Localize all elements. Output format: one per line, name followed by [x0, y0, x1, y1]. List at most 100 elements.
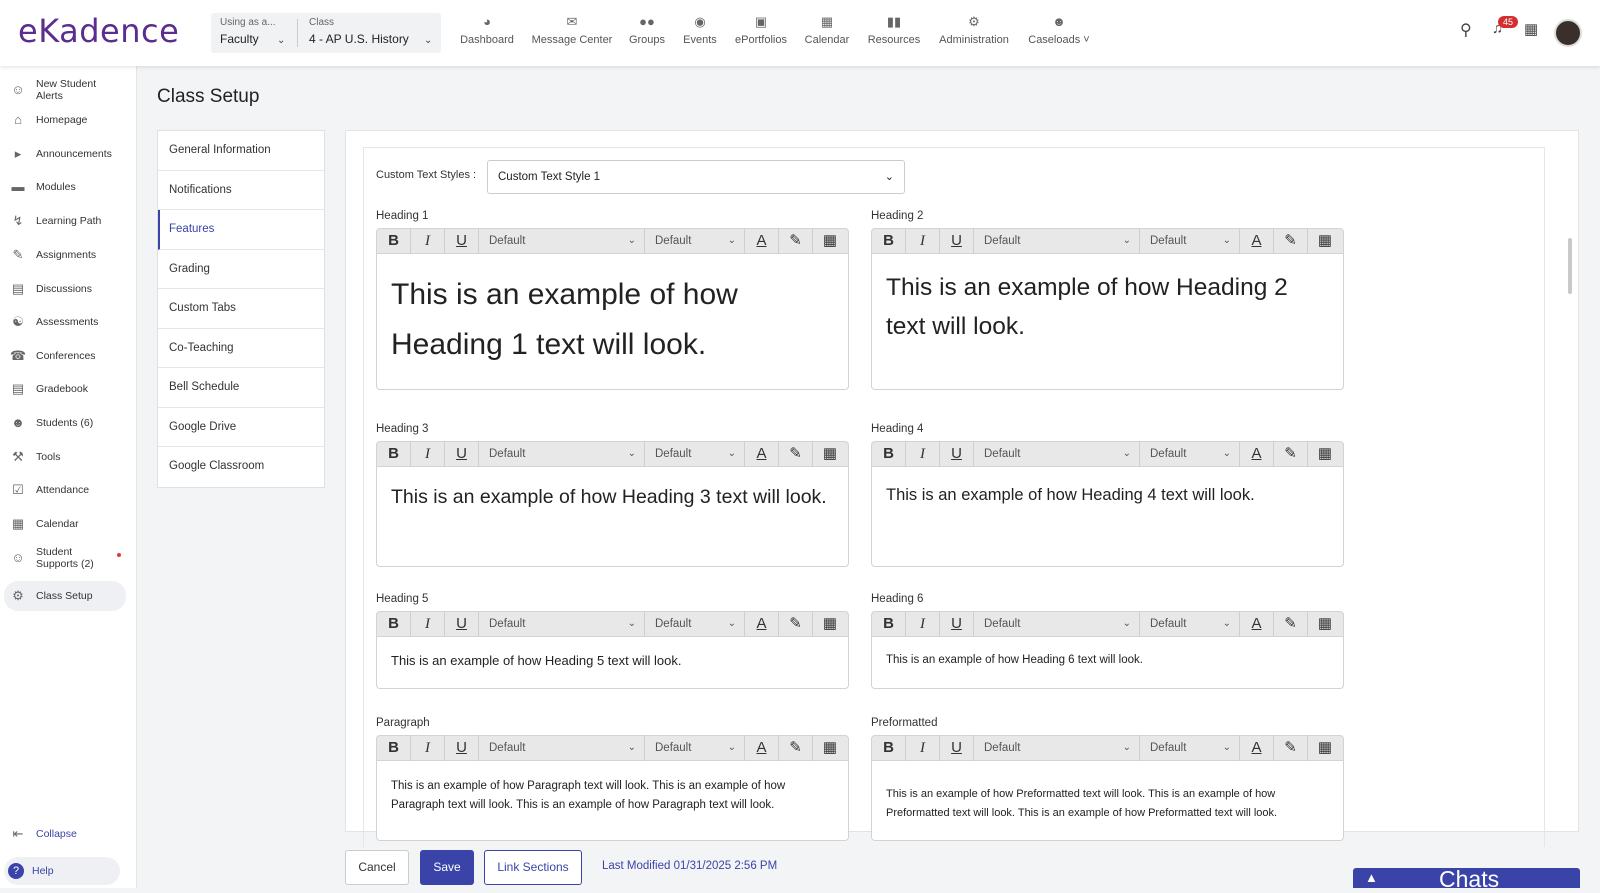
italic-icon[interactable]: I: [411, 441, 445, 467]
underline-icon[interactable]: U: [445, 228, 479, 254]
nav-resources[interactable]: ▮▮ Resources: [866, 15, 922, 47]
sidebar-item-assessments[interactable]: ☯ Assessments: [8, 315, 128, 328]
font-size-select[interactable]: Default ⌄: [1140, 735, 1240, 761]
font-color-icon[interactable]: A: [1240, 228, 1274, 254]
using-as-value[interactable]: Faculty: [220, 32, 276, 46]
bold-icon[interactable]: B: [872, 735, 906, 761]
sidebar-item-attendance[interactable]: ☑ Attendance: [8, 483, 128, 496]
underline-icon[interactable]: U: [940, 228, 974, 254]
italic-icon[interactable]: I: [906, 441, 940, 467]
save-button[interactable]: Save: [420, 850, 474, 885]
font-color-icon[interactable]: A: [1240, 441, 1274, 467]
italic-icon[interactable]: I: [906, 611, 940, 637]
underline-icon[interactable]: U: [445, 441, 479, 467]
editor-body[interactable]: This is an example of how Heading 5 text…: [376, 637, 849, 689]
subnav-google-classroom[interactable]: Google Classroom: [158, 447, 324, 487]
sidebar-item-gradebook[interactable]: ▤ Gradebook: [8, 382, 128, 395]
sidebar-item-conferences[interactable]: ☎ Conferences: [8, 349, 128, 362]
bold-icon[interactable]: B: [377, 735, 411, 761]
nav-caseloads[interactable]: ☻ Caseloads ˅: [1024, 15, 1094, 47]
font-size-select[interactable]: Default ⌄: [645, 228, 745, 254]
chevron-down-icon[interactable]: ⌄: [277, 35, 285, 46]
font-family-select[interactable]: Default ⌄: [974, 611, 1140, 637]
nav-groups[interactable]: ●● Groups: [627, 15, 667, 47]
nav-administration[interactable]: ⚙ Administration: [935, 15, 1013, 47]
cancel-button[interactable]: Cancel: [345, 850, 409, 885]
help-button[interactable]: ? Help: [4, 857, 120, 885]
italic-icon[interactable]: I: [906, 735, 940, 761]
search-icon[interactable]: ⚲: [1460, 20, 1472, 40]
editor-body[interactable]: This is an example of how Heading 6 text…: [871, 637, 1344, 689]
underline-icon[interactable]: U: [445, 735, 479, 761]
nav-eportfolios[interactable]: ▣ ePortfolios: [731, 15, 791, 47]
highlight-color-icon[interactable]: ✎: [779, 441, 813, 467]
context-switcher[interactable]: Using as a... Faculty ⌄ Class 4 - AP U.S…: [211, 13, 441, 53]
sidebar-item-announcements[interactable]: ▸ Announcements: [8, 147, 128, 160]
sidebar-item-new-student-alerts[interactable]: ☺ New Student Alerts: [8, 78, 128, 102]
clear-format-icon[interactable]: ▦: [813, 735, 847, 761]
sidebar-item-class-setup[interactable]: ⚙ Class Setup: [4, 581, 126, 611]
italic-icon[interactable]: I: [906, 228, 940, 254]
font-size-select[interactable]: Default ⌄: [645, 611, 745, 637]
bold-icon[interactable]: B: [872, 228, 906, 254]
chevron-down-icon[interactable]: ⌄: [424, 35, 432, 46]
clear-format-icon[interactable]: ▦: [813, 228, 847, 254]
highlight-color-icon[interactable]: ✎: [779, 228, 813, 254]
underline-icon[interactable]: U: [940, 611, 974, 637]
collapse-button[interactable]: ⇤ Collapse: [8, 827, 128, 840]
highlight-color-icon[interactable]: ✎: [779, 735, 813, 761]
font-color-icon[interactable]: A: [1240, 735, 1274, 761]
sidebar-item-assignments[interactable]: ✎ Assignments: [8, 248, 128, 261]
bold-icon[interactable]: B: [377, 228, 411, 254]
subnav-google-drive[interactable]: Google Drive: [158, 408, 324, 447]
custom-text-styles-select[interactable]: Custom Text Style 1 ⌄: [487, 160, 905, 194]
sidebar-item-learning-path[interactable]: ↯ Learning Path: [8, 214, 128, 227]
font-size-select[interactable]: Default ⌄: [1140, 611, 1240, 637]
italic-icon[interactable]: I: [411, 735, 445, 761]
subnav-features[interactable]: Features: [158, 210, 324, 250]
subnav-notifications[interactable]: Notifications: [158, 171, 324, 210]
bold-icon[interactable]: B: [377, 441, 411, 467]
clear-format-icon[interactable]: ▦: [1308, 228, 1342, 254]
font-color-icon[interactable]: A: [1240, 611, 1274, 637]
font-family-select[interactable]: Default ⌄: [479, 228, 645, 254]
scrollbar[interactable]: [1568, 238, 1572, 294]
font-color-icon[interactable]: A: [745, 735, 779, 761]
sidebar-item-calendar[interactable]: ▦ Calendar: [8, 517, 128, 530]
font-family-select[interactable]: Default ⌄: [974, 228, 1140, 254]
bold-icon[interactable]: B: [872, 611, 906, 637]
apps-grid-icon[interactable]: ▦: [1524, 20, 1538, 38]
editor-body[interactable]: This is an example of how Heading 3 text…: [376, 467, 849, 567]
font-family-select[interactable]: Default ⌄: [479, 441, 645, 467]
underline-icon[interactable]: U: [940, 441, 974, 467]
editor-body[interactable]: This is an example of how Paragraph text…: [376, 761, 849, 841]
sidebar-item-tools[interactable]: ⚒ Tools: [8, 450, 128, 463]
font-family-select[interactable]: Default ⌄: [479, 735, 645, 761]
ekadence-logo[interactable]: eKadence: [18, 12, 179, 50]
sidebar-item-student-supports[interactable]: ☺ Student Supports (2): [8, 546, 128, 570]
underline-icon[interactable]: U: [445, 611, 479, 637]
subnav-grading[interactable]: Grading: [158, 250, 324, 289]
font-family-select[interactable]: Default ⌄: [479, 611, 645, 637]
highlight-color-icon[interactable]: ✎: [1274, 441, 1308, 467]
clear-format-icon[interactable]: ▦: [1308, 735, 1342, 761]
font-family-select[interactable]: Default ⌄: [974, 441, 1140, 467]
editor-body[interactable]: This is an example of how Heading 4 text…: [871, 467, 1344, 567]
sidebar-item-discussions[interactable]: ▤ Discussions: [8, 282, 128, 295]
nav-events[interactable]: ◉ Events: [680, 15, 720, 47]
class-value[interactable]: 4 - AP U.S. History: [309, 32, 409, 46]
font-color-icon[interactable]: A: [745, 228, 779, 254]
font-size-select[interactable]: Default ⌄: [1140, 228, 1240, 254]
nav-dashboard[interactable]: ◕ Dashboard: [459, 15, 515, 47]
editor-body[interactable]: This is an example of how Heading 1 text…: [376, 254, 849, 390]
editor-body[interactable]: This is an example of how Preformatted t…: [871, 761, 1344, 841]
font-color-icon[interactable]: A: [745, 441, 779, 467]
font-size-select[interactable]: Default ⌄: [1140, 441, 1240, 467]
nav-calendar[interactable]: ▦ Calendar: [803, 15, 851, 47]
font-color-icon[interactable]: A: [745, 611, 779, 637]
clear-format-icon[interactable]: ▦: [1308, 611, 1342, 637]
italic-icon[interactable]: I: [411, 611, 445, 637]
clear-format-icon[interactable]: ▦: [813, 611, 847, 637]
bold-icon[interactable]: B: [377, 611, 411, 637]
bold-icon[interactable]: B: [872, 441, 906, 467]
